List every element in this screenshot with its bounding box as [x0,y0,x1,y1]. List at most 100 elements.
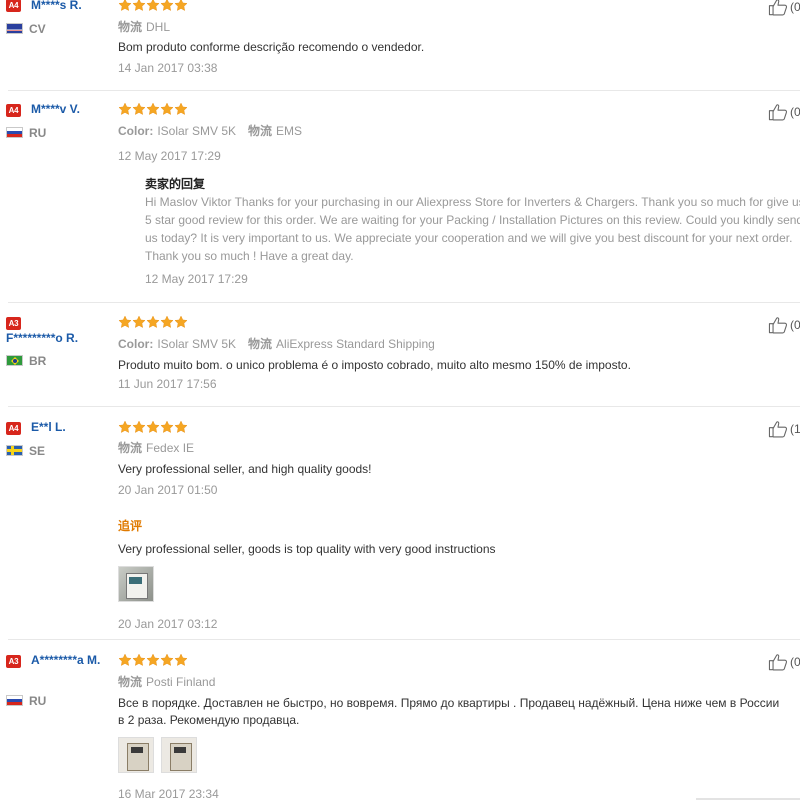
star-icon [160,653,174,667]
helpful-button[interactable]: (1 [768,420,800,438]
review-divider [8,302,800,303]
star-icon [146,653,160,667]
cv-flag-icon [6,23,23,34]
review-date: 16 Mar 2017 23:34 [118,787,219,801]
review-text: Very professional seller, and high quali… [118,462,372,476]
review-date: 20 Jan 2017 01:50 [118,483,218,497]
shipping-label: 物流 [248,337,273,351]
followup-date: 20 Jan 2017 03:12 [118,617,218,631]
helpful-count: (1 [790,422,800,436]
color-value: ISolar SMV 5K [157,337,237,351]
seller-reply-title: 卖家的回复 [145,177,206,191]
buyer-level-badge: A4 [6,422,21,435]
star-icon [146,420,160,434]
helpful-button[interactable]: (0 [768,103,800,121]
buyer-level-badge: A4 [6,104,21,117]
order-info: Color: ISolar SMV 5K 物流 EMS [118,122,302,139]
helpful-button[interactable]: (0 [768,653,800,671]
star-icon [146,315,160,329]
review-date: 12 May 2017 17:29 [118,149,221,163]
ru-flag-icon [6,127,23,138]
rating-stars [118,102,188,116]
color-label: Color: [118,337,154,351]
helpful-button[interactable]: (0 [768,316,800,334]
star-icon [132,102,146,116]
reviewer-country: RU [29,126,47,140]
helpful-count: (0 [790,655,800,669]
thumbs-up-icon [768,653,788,671]
seller-reply-date: 12 May 2017 17:29 [145,272,248,286]
review-text: Produto muito bom. o unico problema é o … [118,358,631,372]
thumbs-up-icon [768,0,788,16]
review-photo[interactable] [118,566,154,602]
review-date: 14 Jan 2017 03:38 [118,61,218,75]
shipping-info: 物流 DHL [118,18,170,35]
helpful-count: (0 [790,318,800,332]
reviewer-country: BR [29,354,47,368]
star-icon [118,653,132,667]
reviewer-name[interactable]: A********a M. [6,651,118,669]
ru-flag-icon [6,695,23,706]
rating-stars [118,315,188,329]
shipping-value: DHL [146,20,171,34]
shipping-label: 物流 [118,675,143,689]
star-icon [146,102,160,116]
reviewer-name[interactable]: F*********o R. [6,331,78,345]
shipping-value: Fedex IE [146,441,195,455]
reviewer-country: RU [29,694,47,708]
color-label: Color: [118,124,154,138]
reviewer-name[interactable]: M****v V. [31,102,80,116]
star-icon [118,102,132,116]
star-icon [132,0,146,12]
shipping-label: 物流 [118,441,143,455]
helpful-button[interactable]: (0 [768,0,800,16]
star-icon [174,102,188,116]
reviewer-country: SE [29,444,46,458]
star-icon [160,0,174,12]
star-icon [174,0,188,12]
shipping-value: AliExpress Standard Shipping [276,337,435,351]
shipping-info: 物流 Fedex IE [118,439,194,456]
star-icon [132,315,146,329]
review-photo[interactable] [161,737,197,773]
helpful-count: (0 [790,105,800,119]
reviewer-country: CV [29,22,46,36]
seller-reply-text: Hi Maslov Viktor Thanks for your purchas… [145,195,800,263]
buyer-level-badge: A4 [6,0,21,12]
followup-text: Very professional seller, goods is top q… [118,542,496,556]
star-icon [132,420,146,434]
shipping-label: 物流 [118,20,143,34]
review-date: 11 Jun 2017 17:56 [118,377,217,391]
rating-stars [118,420,188,434]
shipping-value: EMS [276,124,303,138]
shipping-label: 物流 [248,124,273,138]
star-icon [118,0,132,12]
thumbs-up-icon [768,316,788,334]
review-divider [8,406,800,407]
order-info: Color: ISolar SMV 5K 物流 AliExpress Standard… [118,335,435,352]
se-flag-icon [6,445,23,456]
thumbs-up-icon [768,420,788,438]
reviewer-name[interactable]: E**l L. [31,420,66,434]
star-icon [160,315,174,329]
review-divider [8,90,800,91]
buyer-level-badge: A3 [6,317,21,330]
rating-stars [118,0,188,12]
star-icon [174,315,188,329]
reviewer-name[interactable]: M****s R. [31,0,82,12]
rating-stars [118,653,188,667]
shipping-info: 物流 Posti Finland [118,673,215,690]
shipping-value: Posti Finland [146,675,216,689]
star-icon [132,653,146,667]
star-icon [160,102,174,116]
star-icon [174,653,188,667]
review-divider [8,639,800,640]
review-text: Bom produto conforme descrição recomendo… [118,40,425,54]
star-icon [174,420,188,434]
followup-title: 追评 [118,519,143,533]
color-value: ISolar SMV 5K [157,124,237,138]
br-flag-icon [6,355,23,366]
star-icon [118,420,132,434]
review-photo[interactable] [118,737,154,773]
thumbs-up-icon [768,103,788,121]
